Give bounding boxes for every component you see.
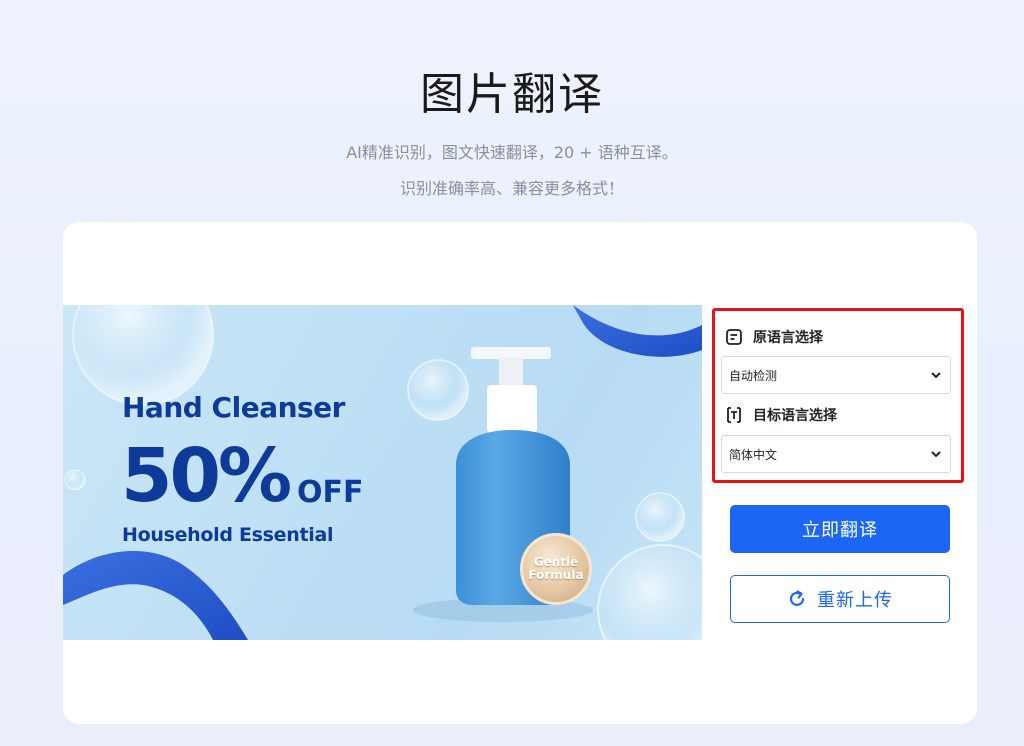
reupload-button-label: 重新上传 bbox=[817, 590, 893, 611]
banner-off: OFF bbox=[297, 475, 364, 510]
banner-discount: 50% bbox=[121, 433, 292, 519]
source-language-label: 原语言选择 bbox=[725, 327, 823, 347]
reupload-button[interactable]: 重新上传 bbox=[730, 575, 950, 623]
page-title: 图片翻译 bbox=[420, 69, 604, 120]
target-language-label: 目标语言选择 bbox=[725, 405, 837, 425]
target-language-value: 简体中文 bbox=[729, 447, 778, 462]
banner-tagline: Household Essential bbox=[122, 524, 334, 546]
refresh-icon bbox=[787, 589, 807, 609]
banner-headline: Hand Cleanser bbox=[122, 391, 345, 424]
translate-now-button[interactable]: 立即翻译 bbox=[730, 505, 950, 553]
chevron-down-icon bbox=[930, 369, 942, 384]
source-language-value: 自动检测 bbox=[729, 368, 778, 383]
page-subtitle-line-1: AI精准识别，图文快速翻译，20 + 语种互译。 bbox=[346, 143, 678, 162]
document-icon bbox=[725, 328, 743, 346]
language-selection-panel: 原语言选择 自动检测 目标语言选择 简体中文 bbox=[712, 308, 964, 483]
target-language-label-text: 目标语言选择 bbox=[753, 408, 837, 424]
gentle-formula-badge: Gentle Formula bbox=[520, 533, 592, 605]
chevron-down-icon bbox=[930, 448, 942, 463]
uploaded-image-preview: Hand Cleanser 50% OFF Household Essentia… bbox=[63, 305, 702, 640]
translate-icon bbox=[725, 406, 743, 424]
source-language-select[interactable]: 自动检测 bbox=[721, 356, 951, 394]
badge-line-2: Formula bbox=[528, 568, 584, 582]
source-language-label-text: 原语言选择 bbox=[753, 330, 823, 346]
target-language-select[interactable]: 简体中文 bbox=[721, 435, 951, 473]
page-subtitle-line-2: 识别准确率高、兼容更多格式！ bbox=[399, 179, 624, 198]
